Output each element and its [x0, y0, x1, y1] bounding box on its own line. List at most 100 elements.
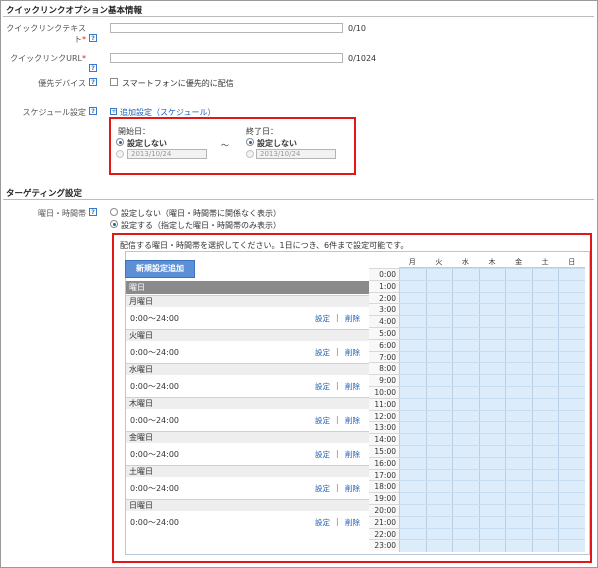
hour-gridline — [399, 515, 585, 517]
hour-label: 8:00 — [369, 362, 399, 375]
link-text-input[interactable] — [110, 23, 343, 33]
daytime-off-label: 設定しない（曜日・時間帯に関係なく表示） — [121, 209, 281, 218]
help-icon[interactable]: ? — [89, 78, 97, 86]
weekday-column[interactable] — [425, 256, 453, 552]
end-date-radio[interactable] — [246, 150, 254, 158]
day-time-row: 0:00～24:00 設定 | 削除 — [126, 375, 369, 397]
hour-gridline — [399, 409, 585, 411]
delete-link[interactable]: 削除 — [345, 347, 360, 358]
hour-gridline — [399, 279, 585, 281]
hour-label: 18:00 — [369, 480, 399, 493]
start-date-radio[interactable] — [116, 150, 124, 158]
weekday-column[interactable] — [531, 256, 559, 552]
add-setting-button[interactable]: 新規設定追加 — [125, 260, 195, 278]
help-icon[interactable]: ? — [89, 64, 97, 72]
hour-label: 7:00 — [369, 350, 399, 363]
help-icon[interactable]: ? — [89, 107, 97, 115]
delete-link[interactable]: 削除 — [345, 415, 360, 426]
help-icon[interactable]: ? — [89, 208, 97, 216]
priority-device-label: 優先デバイス — [38, 79, 86, 88]
weekday-header: 月 — [399, 256, 426, 268]
section-targeting-title: ターゲティング設定 — [6, 189, 82, 199]
hour-gridline — [399, 504, 585, 505]
edit-link[interactable]: 設定 — [315, 313, 330, 324]
delete-link[interactable]: 削除 — [345, 381, 360, 392]
link-separator: | — [336, 517, 339, 526]
time-range: 0:00～24:00 — [130, 450, 180, 459]
hour-label: 20:00 — [369, 504, 399, 516]
day-time-row: 0:00～24:00 設定 | 削除 — [126, 443, 369, 465]
hour-label: 11:00 — [369, 397, 399, 410]
delete-link[interactable]: 削除 — [345, 313, 360, 324]
hour-label: 14:00 — [369, 433, 399, 446]
help-icon[interactable]: ? — [89, 34, 97, 42]
delete-link[interactable]: 削除 — [345, 449, 360, 460]
edit-link[interactable]: 設定 — [315, 415, 330, 426]
edit-link[interactable]: 設定 — [315, 347, 330, 358]
hour-gridline — [399, 303, 585, 305]
hour-gridline — [399, 527, 585, 529]
end-none-radio[interactable] — [246, 138, 254, 146]
hour-label: 17:00 — [369, 468, 399, 481]
start-date-input[interactable]: 2013/10/24 — [127, 149, 207, 159]
smartphone-priority-label: スマートフォンに優先的に配信 — [122, 79, 234, 88]
daytime-on-radio[interactable] — [110, 220, 118, 228]
edit-link[interactable]: 設定 — [315, 517, 330, 528]
section-basic-title: クイックリンクオプション基本情報 — [6, 6, 143, 16]
smartphone-priority-checkbox[interactable] — [110, 78, 118, 86]
delete-link[interactable]: 削除 — [345, 517, 360, 528]
hour-label: 15:00 — [369, 445, 399, 457]
edit-link[interactable]: 設定 — [315, 449, 330, 460]
hour-label: 13:00 — [369, 421, 399, 434]
weekday-header: 土 — [531, 256, 559, 268]
start-none-radio[interactable] — [116, 138, 124, 146]
weekday-column[interactable] — [558, 256, 585, 552]
link-url-label: クイックリンクURL* — [10, 54, 86, 63]
schedule-label: スケジュール設定 — [22, 108, 86, 117]
hour-gridline — [399, 338, 585, 340]
weekday-column[interactable] — [399, 256, 426, 552]
daytime-off-radio[interactable] — [110, 208, 118, 216]
start-none-label: 設定しない — [127, 139, 167, 148]
weekday-header: 金 — [505, 256, 532, 268]
plus-box-icon[interactable]: + — [110, 108, 117, 115]
weekday-column[interactable] — [452, 256, 479, 552]
end-date-input[interactable]: 2013/10/24 — [256, 149, 336, 159]
hour-label: 1:00 — [369, 279, 399, 292]
hour-gridline — [399, 397, 585, 399]
hour-label: 23:00 — [369, 539, 399, 552]
weekday-column[interactable] — [505, 256, 532, 552]
hour-gridline — [399, 480, 585, 482]
time-range: 0:00～24:00 — [130, 484, 180, 493]
hour-label: 0:00 — [369, 268, 399, 280]
weekly-time-grid[interactable]: 月火水木金土日 — [399, 256, 585, 552]
link-url-input[interactable] — [110, 53, 343, 63]
day-name: 木曜日 — [126, 397, 369, 409]
hour-label: 4:00 — [369, 315, 399, 328]
day-time-row: 0:00～24:00 設定 | 削除 — [126, 477, 369, 499]
day-column-header: 曜日 — [126, 281, 369, 294]
hour-label: 10:00 — [369, 386, 399, 398]
delete-link[interactable]: 削除 — [345, 483, 360, 494]
hour-label: 6:00 — [369, 338, 399, 351]
time-range: 0:00～24:00 — [130, 416, 180, 425]
edit-link[interactable]: 設定 — [315, 381, 330, 392]
hour-label: 16:00 — [369, 456, 399, 469]
day-time-row: 0:00～24:00 設定 | 削除 — [126, 409, 369, 431]
daytime-label: 曜日・時間帯 — [38, 209, 86, 218]
hour-gridline — [399, 492, 585, 494]
weekday-header: 木 — [478, 256, 506, 268]
time-range: 0:00～24:00 — [130, 518, 180, 527]
day-name: 火曜日 — [126, 329, 369, 341]
weekday-column[interactable] — [478, 256, 506, 552]
day-name: 月曜日 — [126, 295, 369, 307]
time-range: 0:00～24:00 — [130, 314, 180, 323]
section-divider — [3, 16, 594, 17]
section-divider — [3, 199, 594, 200]
hour-gridline — [399, 421, 585, 423]
time-range: 0:00～24:00 — [130, 382, 180, 391]
edit-link[interactable]: 設定 — [315, 483, 330, 494]
end-none-label: 設定しない — [257, 139, 297, 148]
hour-gridline — [399, 539, 585, 541]
hour-label: 19:00 — [369, 492, 399, 505]
